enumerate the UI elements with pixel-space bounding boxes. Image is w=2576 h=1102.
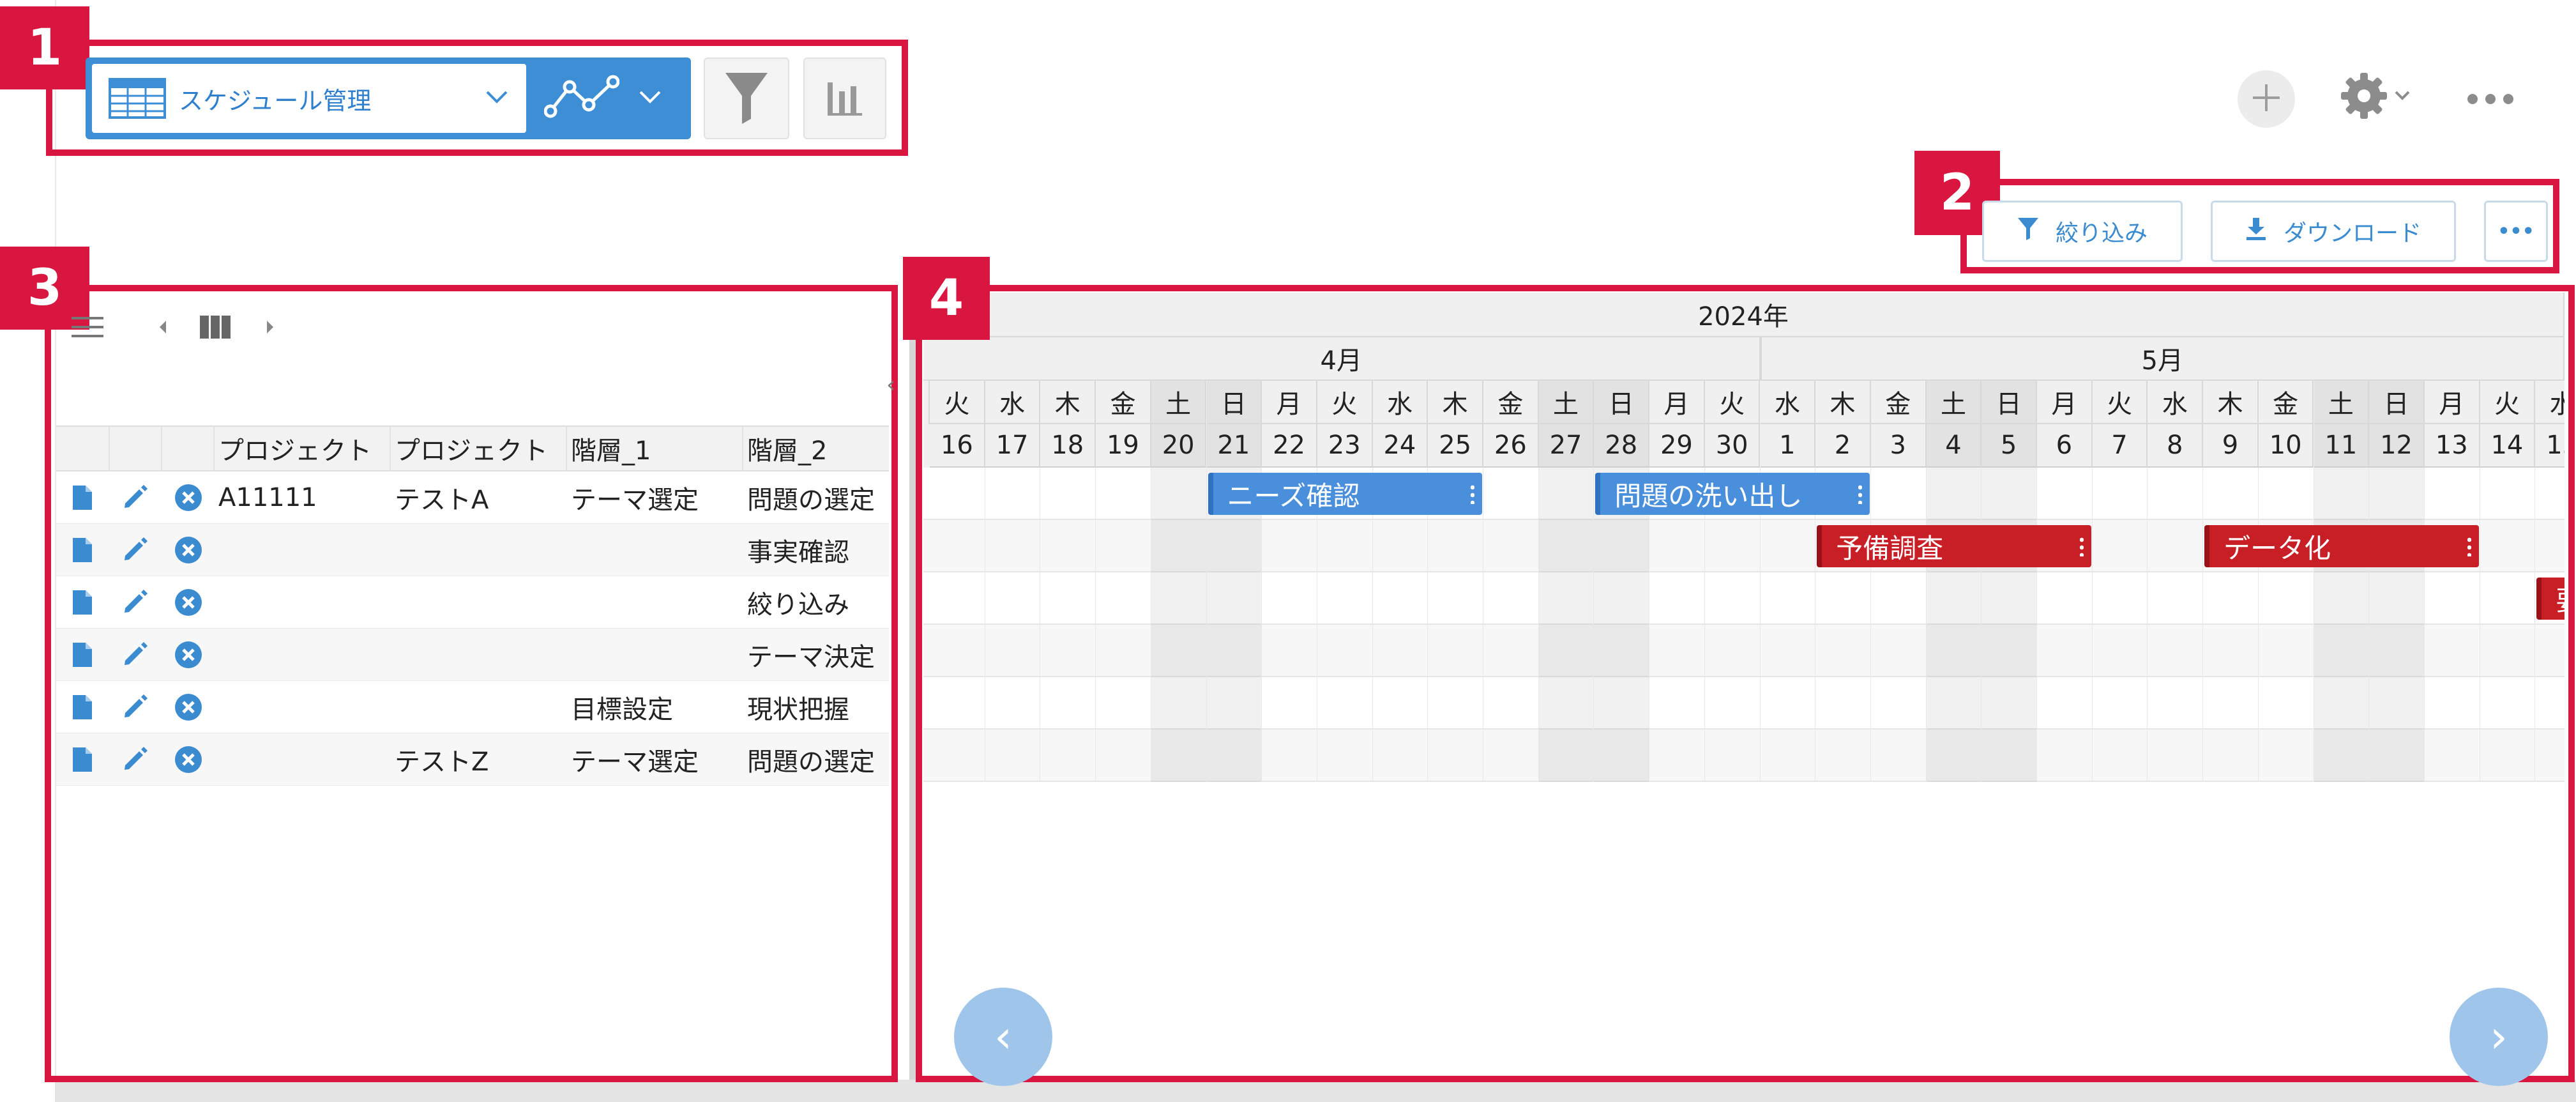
graph-icon [543,74,620,123]
chart-view-button[interactable] [803,57,886,139]
edit-icon[interactable] [123,694,148,719]
annotation-frame-4 [916,285,2575,1082]
column-header[interactable]: 階層_2 [742,425,889,471]
table-cell: テストZ [395,747,489,777]
filter-button[interactable]: 絞り込み [1982,201,2183,262]
left-grid: プロジェクト プロジェクト 階層_1 階層_2 A11111 テストA テーマ選定 問題の選定… [56,425,889,787]
columns-icon[interactable] [199,315,231,342]
bar-chart-icon [826,77,863,119]
table-icon [109,78,166,119]
download-button[interactable]: ダウンロード [2211,201,2456,262]
plus-icon [2250,82,2282,116]
funnel-icon [2017,217,2039,247]
table-cell: 事実確認 [747,538,849,567]
table-cell [390,524,566,576]
delete-icon[interactable] [174,483,203,512]
annotation-badge-1: 1 [0,6,89,89]
table-cell [390,576,566,629]
download-icon [2245,217,2267,247]
edit-icon[interactable] [123,641,148,667]
chevron-left-icon: ‹ [994,1011,1012,1063]
table-cell: 問題の選定 [747,747,875,777]
delete-icon[interactable] [174,745,203,774]
chevron-down-icon [2395,91,2410,103]
table-cell: 絞り込み [747,590,849,620]
view-name: スケジュール管理 [179,86,372,115]
hamburger-icon[interactable] [70,314,105,342]
bottom-scroll-area [55,1080,2576,1102]
add-record-button[interactable] [2238,70,2295,128]
table-cell [566,629,742,681]
chevron-right-icon: › [2490,1011,2508,1063]
edit-icon[interactable] [123,746,148,772]
file-icon[interactable] [72,641,93,668]
download-label: ダウンロード [2283,220,2421,247]
more-icon: ••• [2497,220,2534,243]
settings-button[interactable] [2340,72,2416,123]
prev-button[interactable]: ‹ [954,988,1052,1086]
table-cell: 現状把握 [747,695,849,724]
delete-icon[interactable] [174,640,203,670]
more-icon [2467,94,2513,104]
table-cell: 問題の選定 [747,486,875,515]
view-dropdown[interactable]: スケジュール管理 [92,64,526,133]
chevron-down-icon [485,90,508,107]
graph-type-button[interactable] [535,64,682,133]
file-icon[interactable] [72,484,93,511]
table-cell [566,576,742,629]
edit-icon[interactable] [123,589,148,615]
next-button[interactable]: › [2450,988,2548,1086]
file-icon[interactable] [72,746,93,773]
table-cell: テーマ選定 [571,747,699,777]
funnel-icon [724,70,769,126]
table-cell: A11111 [218,483,317,512]
file-icon[interactable] [72,537,93,563]
row-divider [56,785,889,786]
gear-icon [2340,72,2388,123]
file-icon[interactable] [72,589,93,616]
delete-icon[interactable] [174,588,203,617]
more-actions-button[interactable]: ••• [2484,201,2548,262]
left-grid-toolbar [70,310,326,346]
delete-icon[interactable] [174,535,203,565]
table-cell: テストA [395,486,489,515]
table-cell [213,681,390,733]
table-cell [390,629,566,681]
column-header[interactable]: 階層_1 [566,425,742,471]
file-icon[interactable] [72,694,93,721]
edit-icon[interactable] [123,537,148,562]
table-cell [566,524,742,576]
column-header[interactable]: プロジェクト [390,425,566,471]
filter-view-button[interactable] [704,57,789,139]
annotation-badge-4: 4 [903,257,990,340]
table-cell [213,576,390,629]
table-cell [390,681,566,733]
pane-splitter[interactable] [909,285,916,1080]
table-cell: 目標設定 [571,695,673,724]
table-cell: テーマ決定 [747,643,875,672]
edit-icon[interactable] [123,484,148,510]
caret-left-icon[interactable] [158,319,167,337]
chevron-left-icon[interactable]: ‹ [886,372,895,398]
filter-label: 絞り込み [2055,220,2148,247]
column-header[interactable]: プロジェクト [213,425,390,471]
table-cell: テーマ選定 [571,486,699,515]
table-cell [213,629,390,681]
table-cell [213,733,390,786]
more-menu-button[interactable] [2467,88,2519,110]
delete-icon[interactable] [174,693,203,722]
caret-right-icon[interactable] [266,319,275,337]
chevron-down-icon [639,90,662,107]
table-cell [213,524,390,576]
